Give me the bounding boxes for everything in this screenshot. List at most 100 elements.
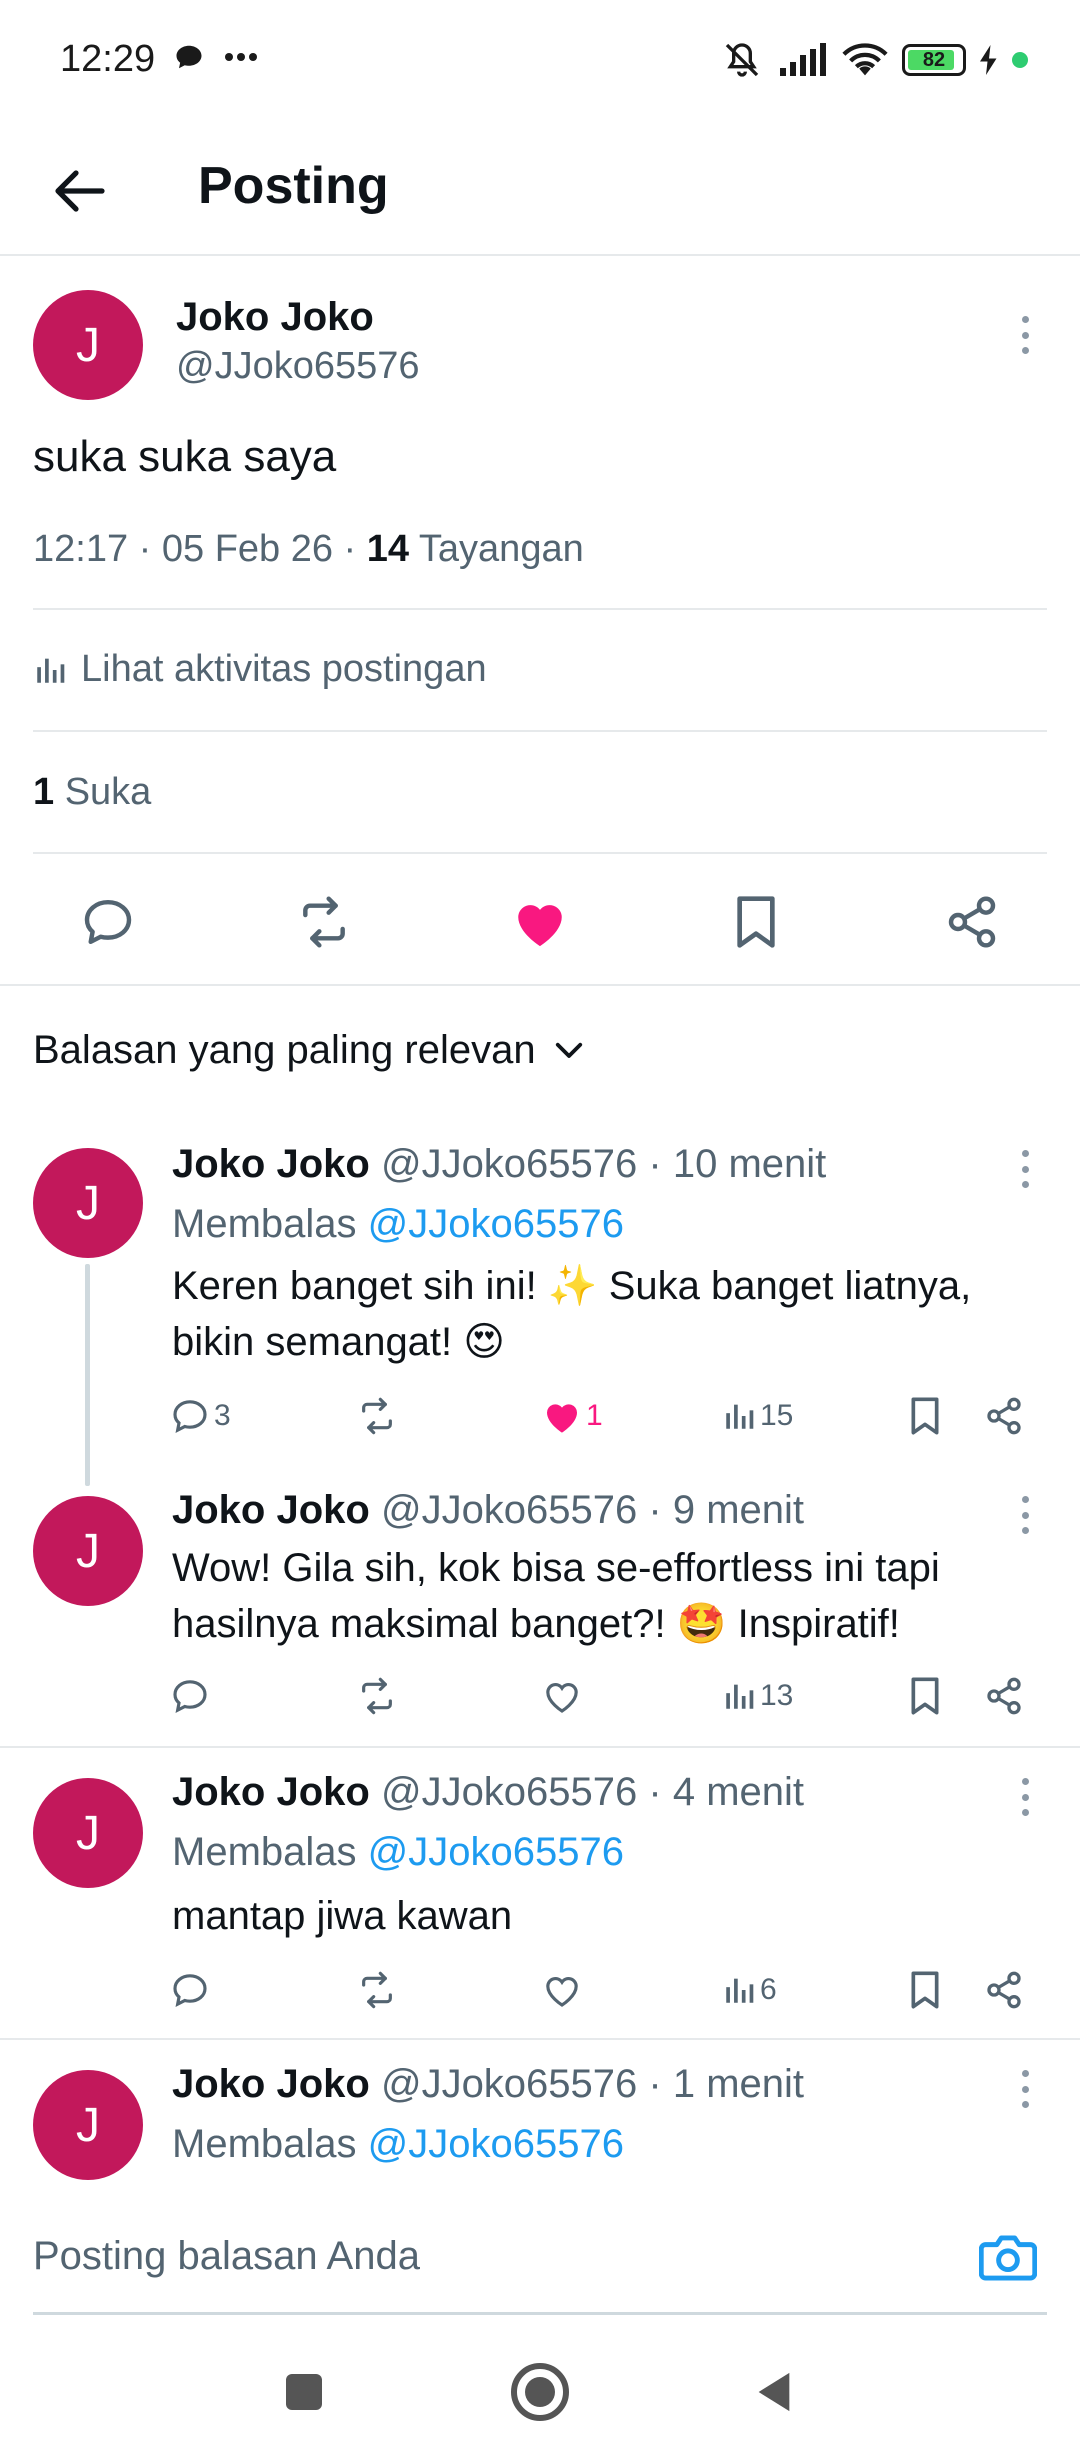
bookmark-button[interactable] <box>908 1668 942 1724</box>
home-button[interactable] <box>500 2352 580 2432</box>
share-button[interactable] <box>984 1668 1024 1724</box>
replying-to-link[interactable]: @JJoko65576 <box>368 1202 624 1246</box>
heart-icon <box>546 1683 578 1713</box>
like-button[interactable] <box>508 890 572 954</box>
reply-more-button[interactable] <box>1010 1772 1040 1822</box>
avatar[interactable]: J <box>33 1148 143 1258</box>
charging-bolt-icon <box>980 45 997 75</box>
post-author-handle[interactable]: @JJoko65576 <box>176 345 420 388</box>
reply-header: Joko Joko @JJoko65576 · 4 menit <box>172 1770 804 1815</box>
bookmark-button[interactable] <box>908 1388 942 1444</box>
reply-button[interactable] <box>76 890 140 954</box>
home-circle-icon <box>511 2363 569 2421</box>
post-timestamp-views: 12:17 · 05 Feb 26 · 14 Tayangan <box>33 528 584 570</box>
reply-author-name[interactable]: Joko Joko <box>172 2062 370 2106</box>
silent-mode-icon <box>725 43 759 77</box>
back-nav-button[interactable] <box>734 2352 814 2432</box>
repost-button[interactable] <box>356 1388 398 1444</box>
bar-chart-icon <box>726 1684 754 1709</box>
replying-to: Membalas @JJoko65576 <box>172 2122 624 2166</box>
recents-square-icon <box>286 2374 322 2410</box>
status-bar: 12:29 82 <box>0 0 1080 130</box>
post-activity-link[interactable]: Lihat aktivitas postingan <box>33 648 487 691</box>
back-arrow-icon <box>55 170 105 212</box>
post-text: suka suka saya <box>33 432 337 481</box>
reply-handle-time: @JJoko65576 · 1 menit <box>369 2062 805 2106</box>
signal-icon <box>780 43 826 76</box>
heart-icon <box>547 1404 577 1433</box>
system-nav-bar <box>0 2322 1080 2460</box>
reply-button[interactable] <box>170 1962 210 2018</box>
reply-button[interactable]: 3 <box>170 1388 231 1444</box>
replying-to-link[interactable]: @JJoko65576 <box>368 2122 624 2166</box>
back-button[interactable] <box>44 155 116 227</box>
kebab-icon <box>1021 2070 1029 2077</box>
replying-to-link[interactable]: @JJoko65576 <box>368 1830 624 1874</box>
recents-button[interactable] <box>264 2352 344 2432</box>
reply-sort-dropdown[interactable]: Balasan yang paling relevan <box>33 1028 584 1073</box>
reply-composer: Posting balasan Anda <box>0 2192 1080 2322</box>
post-author-name[interactable]: Joko Joko <box>176 295 374 340</box>
bookmark-icon <box>911 1677 939 1715</box>
reply-author-name[interactable]: Joko Joko <box>172 1488 370 1532</box>
reply-header: Joko Joko @JJoko65576 · 10 menit <box>172 1142 826 1187</box>
share-icon <box>987 1397 1021 1435</box>
views-button[interactable]: 15 <box>722 1388 793 1444</box>
avatar[interactable]: J <box>33 2070 143 2180</box>
avatar[interactable]: J <box>33 1496 143 1606</box>
chevron-down-icon <box>555 1042 582 1058</box>
comment-icon <box>173 1974 207 2008</box>
like-button[interactable] <box>542 1962 582 2018</box>
avatar[interactable]: J <box>33 1778 143 1888</box>
reply-text: Keren banget sih ini! ✨ Suka banget liat… <box>172 1264 972 1364</box>
reply-input[interactable]: Posting balasan Anda <box>33 2234 420 2279</box>
post-more-button[interactable] <box>1010 310 1040 360</box>
battery-icon: 82 <box>902 44 966 76</box>
reply-button[interactable] <box>170 1668 210 1724</box>
avatar[interactable]: J <box>33 290 143 400</box>
share-icon <box>987 1677 1021 1715</box>
repost-button[interactable] <box>292 890 356 954</box>
camera-button[interactable] <box>976 2226 1040 2290</box>
reply-more-button[interactable] <box>1010 1490 1040 1540</box>
status-time: 12:29 <box>60 38 156 80</box>
bookmark-button[interactable] <box>724 890 788 954</box>
share-button[interactable] <box>984 1388 1024 1444</box>
reply-more-button[interactable] <box>1010 2064 1040 2114</box>
privacy-dot-icon <box>1012 52 1028 68</box>
views-button[interactable]: 6 <box>722 1962 777 2018</box>
share-button[interactable] <box>984 1962 1024 2018</box>
heart-icon <box>518 905 562 947</box>
share-button[interactable] <box>940 890 1004 954</box>
kebab-icon <box>1021 1778 1029 1785</box>
reply-handle-time: @JJoko65576 · 9 menit <box>369 1488 805 1532</box>
thread-connector <box>85 1264 90 1486</box>
comment-icon <box>173 1680 207 1714</box>
like-button[interactable]: 1 <box>542 1388 603 1444</box>
bookmark-icon <box>911 1971 939 2009</box>
views-button[interactable]: 13 <box>722 1668 793 1724</box>
chat-bubble-icon <box>176 45 202 69</box>
bar-chart-icon <box>726 1978 754 2003</box>
reply-header: Joko Joko @JJoko65576 · 1 menit <box>172 2062 804 2107</box>
comment-icon <box>173 1400 207 1434</box>
reply-more-button[interactable] <box>1010 1144 1040 1194</box>
likes-count-link[interactable]: 1 Suka <box>33 771 151 814</box>
repost-button[interactable] <box>356 1668 398 1724</box>
status-notifications <box>174 42 258 72</box>
reply-author-name[interactable]: Joko Joko <box>172 1770 370 1814</box>
status-system-icons: 82 <box>720 40 1028 80</box>
back-triangle-icon <box>758 2372 790 2412</box>
repost-icon <box>362 1677 392 1715</box>
bookmark-button[interactable] <box>908 1962 942 2018</box>
repost-icon <box>362 1971 392 2009</box>
replying-to: Membalas @JJoko65576 <box>172 1202 624 1246</box>
like-button[interactable] <box>542 1668 582 1724</box>
bookmark-icon <box>911 1397 939 1435</box>
reply-header: Joko Joko @JJoko65576 · 9 menit <box>172 1488 804 1533</box>
reply-action-bar: 6 <box>160 1962 1040 2018</box>
reply-author-name[interactable]: Joko Joko <box>172 1142 370 1186</box>
sort-label: Balasan yang paling relevan <box>33 1028 536 1072</box>
repost-button[interactable] <box>356 1962 398 2018</box>
post-action-bar <box>0 868 1080 972</box>
